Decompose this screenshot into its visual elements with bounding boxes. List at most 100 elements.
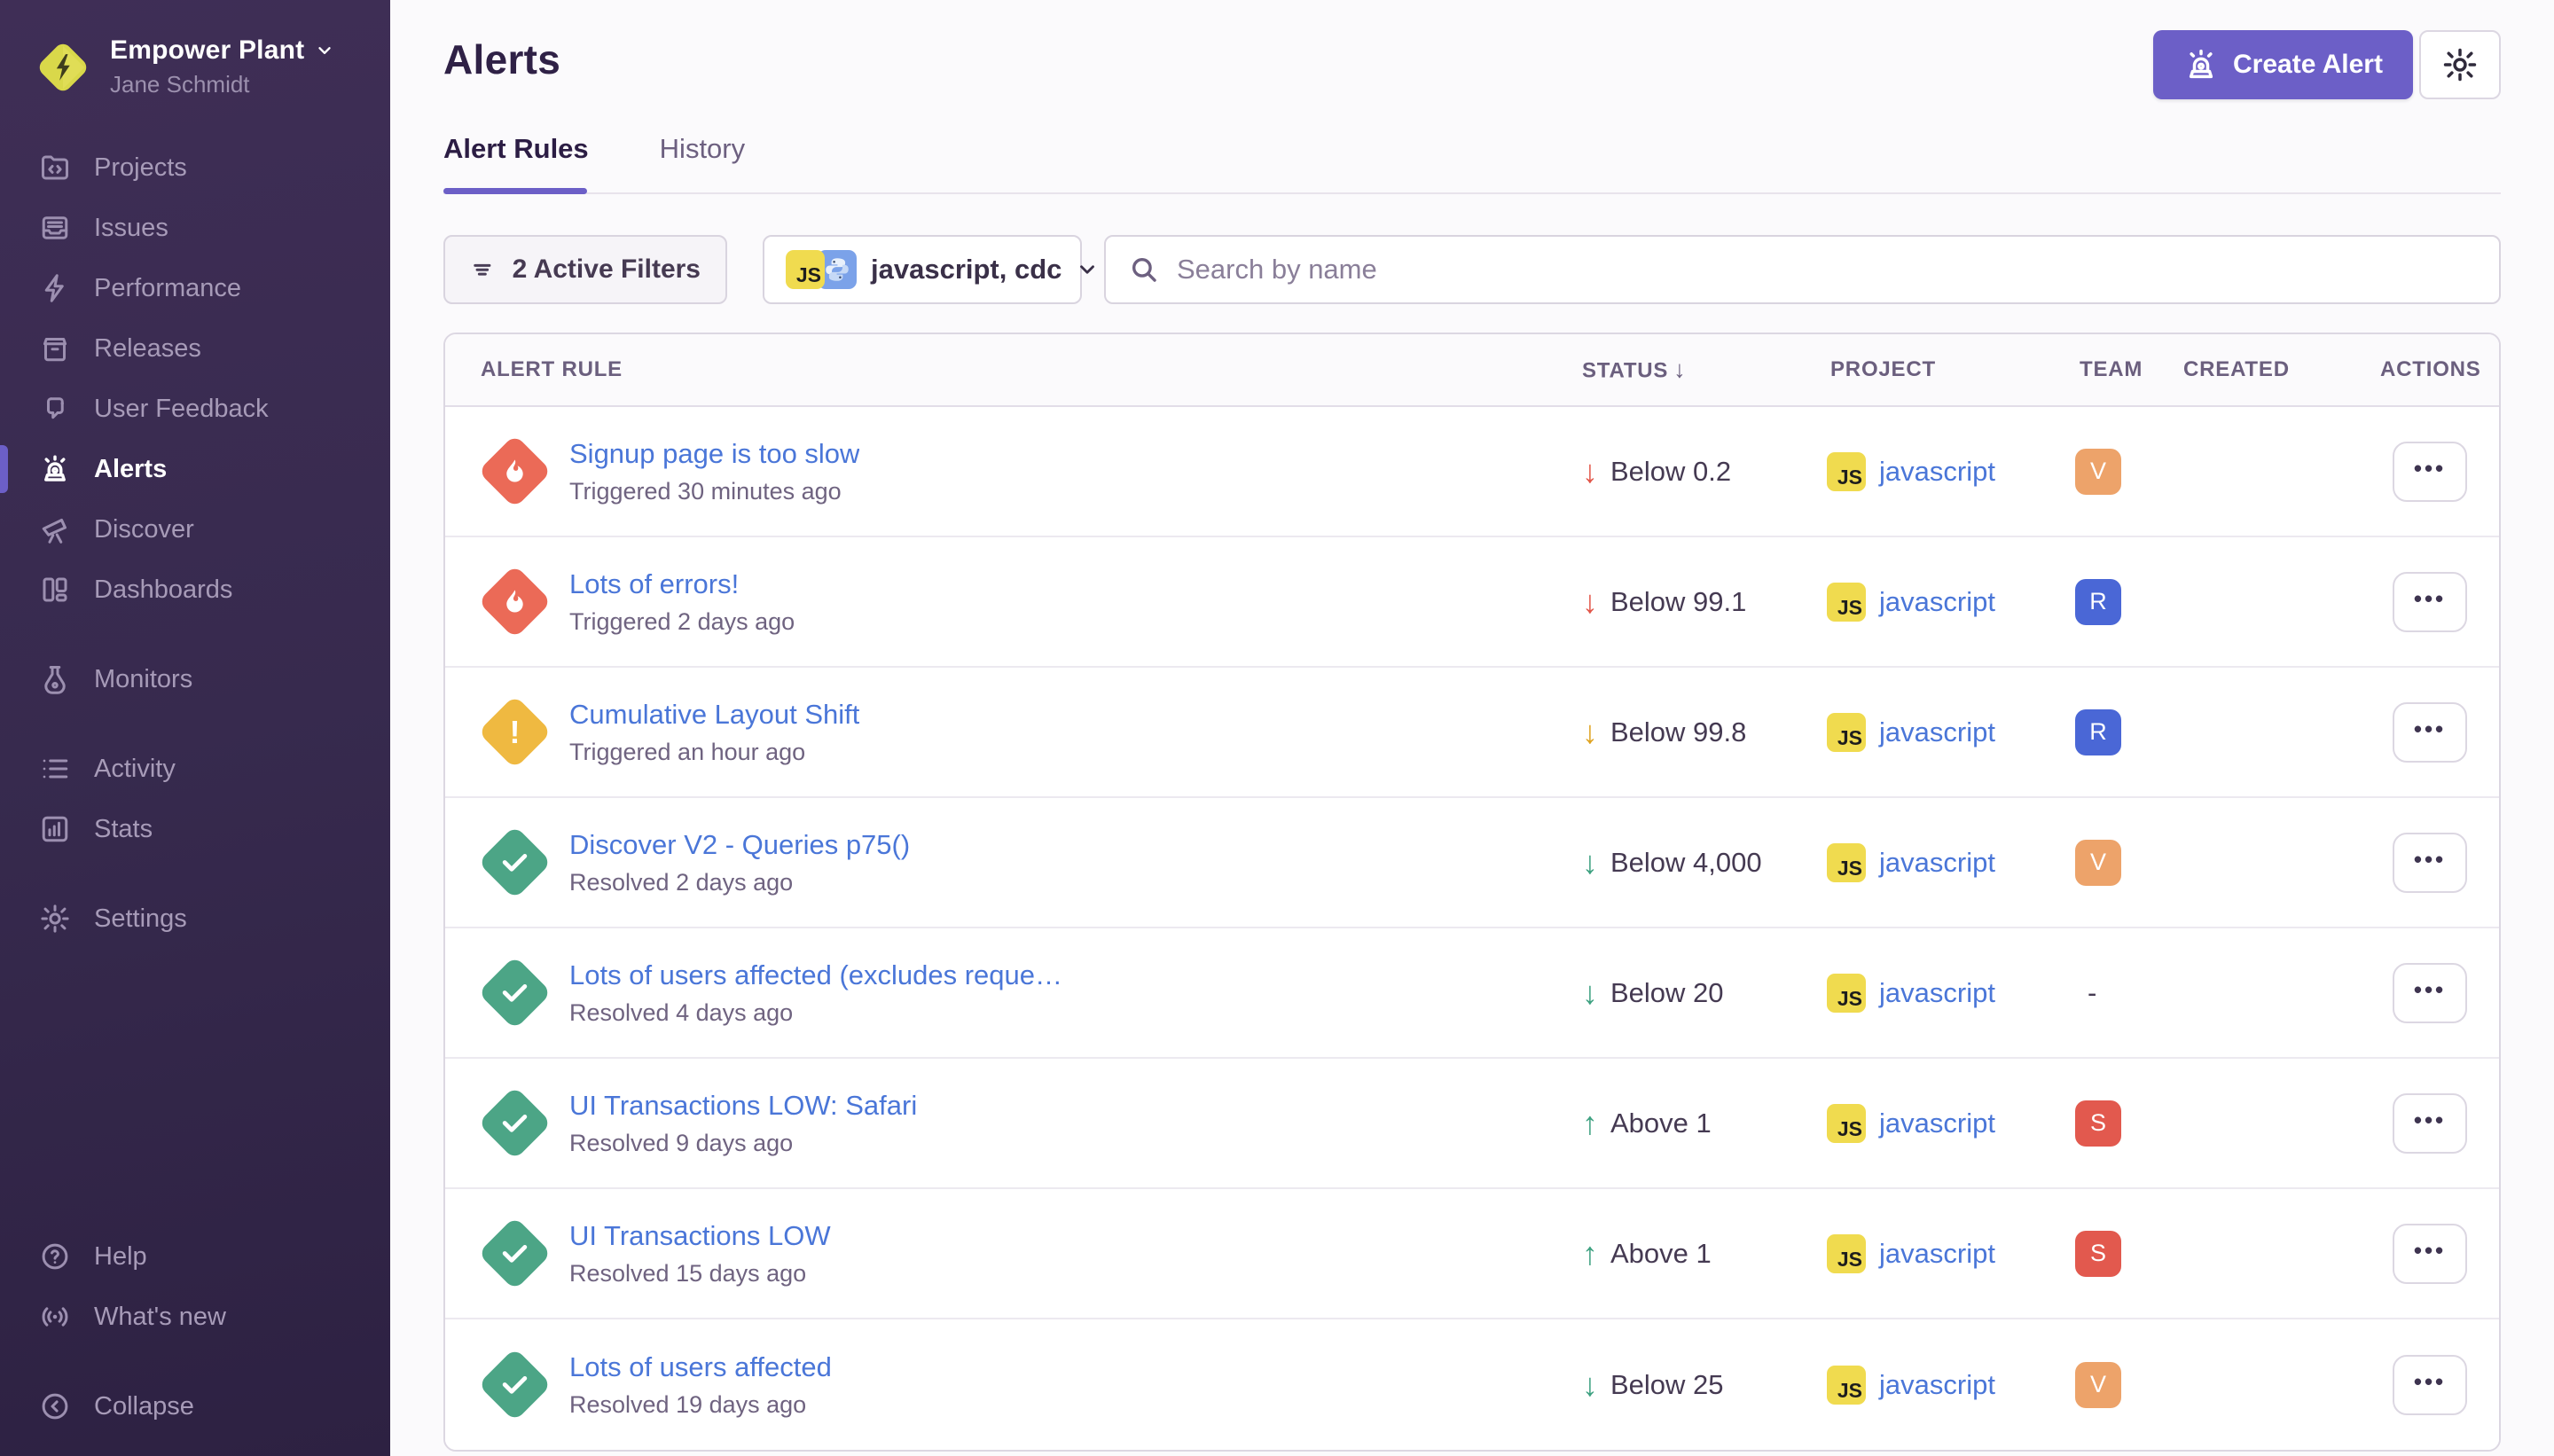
sidebar-item-label: Performance [94,274,241,303]
row-actions-button[interactable]: ••• [2393,1355,2467,1415]
alert-status-icon: ! [477,1348,552,1422]
threshold-arrow-icon: ↓ [1582,586,1598,618]
active-tab-underline [443,188,587,194]
alert-rule-status-text: Resolved 9 days ago [569,1130,917,1157]
project-link[interactable]: javascript [1879,586,1995,618]
alert-rule-link[interactable]: Discover V2 - Queries p75() [569,829,910,861]
threshold-label: Below 99.8 [1610,716,1746,748]
sidebar-item-help[interactable]: Help [0,1226,390,1287]
sidebar-item-settings[interactable]: Settings [0,888,390,949]
team-empty: - [2075,977,2096,1008]
sidebar-item-whats-new[interactable]: What's new [0,1287,390,1347]
user-name: Jane Schmidt [110,71,334,98]
sidebar-item-monitors[interactable]: Monitors [0,649,390,709]
table-row[interactable]: ! UI Transactions LOW: Safari Resolved 9… [445,1059,2499,1189]
alert-rule-status-text: Triggered 2 days ago [569,608,795,636]
row-actions-button[interactable]: ••• [2393,963,2467,1023]
sidebar-item-label: Collapse [94,1392,194,1421]
alert-rules-table: ALERT RULE STATUS↓ PROJECT TEAM CREATED … [443,333,2501,1452]
project-link[interactable]: javascript [1879,716,1995,748]
javascript-badge-icon: JS [1827,1234,1866,1273]
alert-rule-link[interactable]: Cumulative Layout Shift [569,699,859,731]
alert-rule-link[interactable]: Lots of users affected (excludes reque… [569,959,1062,991]
row-actions-button[interactable]: ••• [2393,702,2467,763]
sidebar-item-alerts[interactable]: Alerts [0,439,390,499]
project-link[interactable]: javascript [1879,977,1995,1009]
tab-alert-rules[interactable]: Alert Rules [443,133,589,188]
search-input[interactable] [1177,254,2476,286]
tab-history[interactable]: History [660,133,745,188]
column-header-created: CREATED [2183,357,2290,382]
threshold-arrow-icon: ↓ [1582,1369,1598,1401]
alert-status-icon: ! [477,956,552,1030]
javascript-badge-icon: JS [1827,1104,1866,1143]
table-row[interactable]: ! Cumulative Layout Shift Triggered an h… [445,668,2499,798]
flame-icon [499,457,529,487]
sidebar-item-stats[interactable]: Stats [0,799,390,859]
project-badges: JS [786,250,857,289]
threshold-arrow-icon: ↓ [1582,456,1598,488]
alert-rule-link[interactable]: UI Transactions LOW [569,1220,831,1252]
table-row[interactable]: ! Discover V2 - Queries p75() Resolved 2… [445,798,2499,928]
project-link[interactable]: javascript [1879,1238,1995,1270]
sidebar-item-collapse[interactable]: Collapse [0,1376,390,1436]
table-row[interactable]: ! Lots of users affected (excludes reque… [445,928,2499,1059]
table-header: ALERT RULE STATUS↓ PROJECT TEAM CREATED … [445,334,2499,407]
table-body: ! Signup page is too slow Triggered 30 m… [445,407,2499,1450]
sidebar-item-projects[interactable]: Projects [0,137,390,198]
alert-rule-link[interactable]: UI Transactions LOW: Safari [569,1090,917,1122]
performance-icon [39,272,71,304]
team-avatar: R [2075,709,2121,755]
threshold-arrow-icon: ↓ [1582,977,1598,1009]
ellipsis-icon: ••• [2414,859,2446,866]
column-header-status[interactable]: STATUS↓ [1582,356,1687,384]
settings-button[interactable] [2419,30,2501,99]
active-filters-button[interactable]: 2 Active Filters [443,235,727,304]
threshold-arrow-icon: ↑ [1582,1238,1598,1270]
user-feedback-icon [39,393,71,425]
chevron-down-icon [315,41,334,60]
sidebar-item-discover[interactable]: Discover [0,499,390,560]
project-link[interactable]: javascript [1879,1108,1995,1139]
sidebar-item-issues[interactable]: Issues [0,198,390,258]
table-row[interactable]: ! UI Transactions LOW Resolved 15 days a… [445,1189,2499,1319]
alert-rule-link[interactable]: Signup page is too slow [569,438,859,470]
ellipsis-icon: ••• [2414,1382,2446,1389]
alert-rule-link[interactable]: Lots of errors! [569,568,795,600]
alert-rule-status-text: Triggered an hour ago [569,739,859,766]
ellipsis-icon: ••• [2414,599,2446,606]
row-actions-button[interactable]: ••• [2393,442,2467,502]
sidebar-item-performance[interactable]: Performance [0,258,390,318]
project-link[interactable]: javascript [1879,456,1995,488]
sidebar-item-activity[interactable]: Activity [0,739,390,799]
table-row[interactable]: ! Lots of errors! Triggered 2 days ago ↓… [445,537,2499,668]
filter-icon [470,254,495,285]
row-actions-button[interactable]: ••• [2393,833,2467,893]
row-actions-button[interactable]: ••• [2393,1093,2467,1154]
table-row[interactable]: ! Lots of users affected Resolved 19 day… [445,1319,2499,1450]
org-switcher[interactable]: Empower Plant Jane Schmidt [0,0,390,98]
project-selector[interactable]: JS javascript, cdc [763,235,1082,304]
table-row[interactable]: ! Signup page is too slow Triggered 30 m… [445,407,2499,537]
sidebar-item-releases[interactable]: Releases [0,318,390,379]
alert-status-icon: ! [477,565,552,639]
bar-chart-icon [39,813,71,845]
sidebar-item-dashboards[interactable]: Dashboards [0,560,390,620]
org-logo [34,38,92,97]
team-avatar: S [2075,1231,2121,1277]
sidebar-item-user-feedback[interactable]: User Feedback [0,379,390,439]
dashboards-icon [39,574,71,606]
alert-rule-status-text: Resolved 15 days ago [569,1260,831,1288]
exclamation-icon: ! [509,716,520,748]
create-alert-button[interactable]: Create Alert [2153,30,2413,99]
project-link[interactable]: javascript [1879,1369,1995,1401]
sidebar-item-label: Projects [94,153,187,183]
project-link[interactable]: javascript [1879,847,1995,879]
row-actions-button[interactable]: ••• [2393,1224,2467,1284]
threshold-arrow-icon: ↓ [1582,847,1598,879]
ellipsis-icon: ••• [2414,1120,2446,1127]
tab-divider [443,192,2501,194]
alert-rule-status-text: Resolved 2 days ago [569,869,910,896]
row-actions-button[interactable]: ••• [2393,572,2467,632]
alert-rule-link[interactable]: Lots of users affected [569,1351,832,1383]
